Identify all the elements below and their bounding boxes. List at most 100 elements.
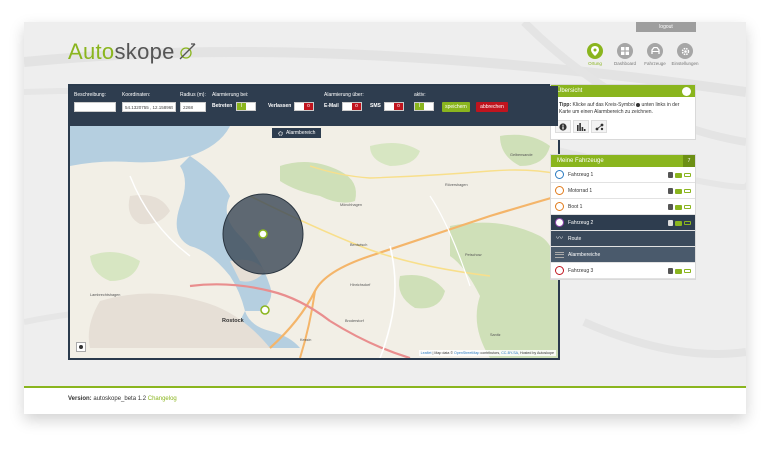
- radius-input[interactable]: [180, 102, 206, 112]
- place-muenchhagen: Mönchhagen: [340, 203, 362, 207]
- route-label: Route: [568, 235, 582, 242]
- nav-ortung-label: Ortung: [588, 61, 602, 66]
- place-sanitz: Sanitz: [490, 333, 501, 337]
- gear-icon: [278, 130, 283, 136]
- changelog-link[interactable]: Changelog: [148, 396, 177, 402]
- signal-icon: [675, 220, 682, 226]
- map-tiles[interactable]: Rostock Mönchhagen Bentwisch Broderstorf…: [70, 86, 558, 358]
- nav-einstellungen-label: Einstellungen: [671, 61, 699, 66]
- battery-icon: [684, 221, 691, 225]
- place-petschow: Petschow: [465, 253, 482, 257]
- alarm-areas-label: Alarmbereiche: [568, 251, 601, 258]
- overview-header: Übersicht: [551, 85, 695, 97]
- betreten-toggle[interactable]: I: [236, 102, 256, 111]
- place-kessin: Kessin: [300, 338, 311, 342]
- vehicle-row[interactable]: Fahrzeug 2: [551, 215, 695, 231]
- nav-fahrzeuge-label: Fahrzeuge: [644, 61, 666, 66]
- vehicle-tools: [668, 188, 691, 194]
- vehicle-icon: [647, 43, 663, 59]
- radius-label: Radius (m):: [180, 92, 206, 98]
- koordinaten-input[interactable]: [122, 102, 176, 112]
- gear-icon: [677, 43, 693, 59]
- beschreibung-label: Beschreibung:: [74, 92, 106, 98]
- vehicle-name: Fahrzeug 3: [568, 267, 594, 274]
- overview-panel: Übersicht Tipp: Klicke auf das Kreis-Sym…: [550, 84, 696, 140]
- place-broderstorf: Broderstorf: [345, 319, 365, 323]
- aktiv-label: aktiv:: [414, 92, 426, 98]
- draw-circle-button[interactable]: [76, 342, 86, 352]
- refresh-icon[interactable]: [682, 86, 691, 96]
- vehicle-list: Fahrzeug 1 Motorrad 1 Boot 1 Fahrzeug 2: [551, 167, 695, 231]
- cc-link[interactable]: CC-BY-SA: [501, 351, 518, 355]
- vehicle-row[interactable]: Fahrzeug 1: [551, 167, 695, 183]
- signal-icon: [675, 188, 682, 194]
- betreten-label: Betreten: [212, 103, 233, 109]
- key-icon[interactable]: [668, 188, 673, 194]
- key-icon[interactable]: [668, 172, 673, 178]
- main-nav: Ortung Dashboard Fahrzeuge Einstellungen: [582, 43, 699, 66]
- nav-ortung[interactable]: Ortung: [582, 43, 608, 66]
- map-container[interactable]: Rostock Mönchhagen Bentwisch Broderstorf…: [68, 84, 560, 360]
- key-icon[interactable]: [668, 268, 673, 274]
- nav-fahrzeuge[interactable]: Fahrzeuge: [642, 43, 668, 66]
- battery-icon: [684, 189, 691, 193]
- vehicles-panel: Meine Fahrzeuge 7 Fahrzeug 1 Motorrad 1 Bo…: [550, 154, 696, 280]
- leaflet-link[interactable]: Leaflet: [421, 351, 432, 355]
- route-squiggle-icon: 〰: [556, 235, 563, 242]
- signal-icon: [675, 204, 682, 210]
- alarm-area-tab[interactable]: Alarmbereich: [272, 128, 322, 138]
- battery-icon: [684, 173, 691, 177]
- vehicle-pin-icon: [555, 202, 564, 211]
- aktiv-toggle[interactable]: I: [414, 102, 434, 111]
- chart-icon[interactable]: [573, 120, 589, 133]
- footer: Version: autoskope_beta 1.2 Changelog: [24, 388, 746, 414]
- verlassen-label: Verlassen: [268, 103, 292, 109]
- nav-einstellungen[interactable]: Einstellungen: [671, 43, 699, 66]
- signal-icon: [675, 172, 682, 178]
- vehicles-title: Meine Fahrzeuge: [557, 158, 604, 164]
- nav-dashboard-label: Dashboard: [613, 61, 636, 66]
- vehicle-pin-icon: [555, 170, 564, 179]
- cancel-button[interactable]: abbrechen: [476, 102, 508, 112]
- vehicles-header: Meine Fahrzeuge 7: [551, 155, 695, 167]
- vehicle-name: Fahrzeug 1: [568, 171, 594, 178]
- vehicle-name: Fahrzeug 2: [568, 219, 594, 226]
- battery-icon: [684, 205, 691, 209]
- save-button[interactable]: speichern: [442, 102, 470, 112]
- vehicle-name: Boot 1: [568, 203, 583, 210]
- key-icon[interactable]: [668, 220, 673, 226]
- verlassen-toggle[interactable]: o: [294, 102, 314, 111]
- vehicle-row[interactable]: Motorrad 1: [551, 183, 695, 199]
- autoskope-logo: Autoskope: [68, 38, 197, 66]
- beschreibung-input[interactable]: [74, 102, 116, 112]
- map-attribution: Leaflet | Map data © OpenStreetMap contr…: [418, 350, 556, 356]
- osm-link[interactable]: OpenStreetMap: [454, 351, 479, 355]
- alarm-toolbar: Beschreibung: Koordinaten: Radius (m): A…: [70, 86, 558, 126]
- battery-icon: [684, 269, 691, 273]
- logo-crosshair-icon: [179, 43, 196, 60]
- place-lambrechtshagen: Lambrechtshagen: [90, 293, 120, 297]
- vehicle-tools: [668, 172, 691, 178]
- email-toggle[interactable]: o: [342, 102, 362, 111]
- vehicle-tools: [668, 220, 691, 226]
- app-frame: logout Autoskope Ortung Dashboard Fahrze…: [24, 22, 746, 414]
- version-label: Version:: [68, 396, 92, 402]
- vehicle-pin-icon: [555, 218, 564, 227]
- logout-button[interactable]: logout: [636, 22, 696, 32]
- share-icon[interactable]: [591, 120, 607, 133]
- location-pin-icon: [587, 43, 603, 59]
- vehicle-row[interactable]: Boot 1: [551, 199, 695, 215]
- sms-toggle[interactable]: o: [384, 102, 404, 111]
- place-rostock: Rostock: [222, 318, 245, 324]
- vehicle-row-last[interactable]: Fahrzeug 3: [551, 263, 695, 279]
- route-row[interactable]: 〰 Route: [551, 231, 695, 247]
- version-value: autoskope_beta 1.2: [91, 396, 148, 402]
- overview-tip: Tipp: Klicke auf das Kreis-Symbol unten …: [559, 102, 680, 115]
- key-icon[interactable]: [668, 204, 673, 210]
- alarm-areas-row[interactable]: Alarmbereiche: [551, 247, 695, 263]
- overview-title: Übersicht: [557, 88, 583, 94]
- vehicle-pin-icon: [555, 266, 564, 275]
- alarm-ueber-label: Alarmierung über:: [324, 92, 364, 98]
- nav-dashboard[interactable]: Dashboard: [612, 43, 638, 66]
- logo-wordmark: Autoskope: [68, 39, 175, 64]
